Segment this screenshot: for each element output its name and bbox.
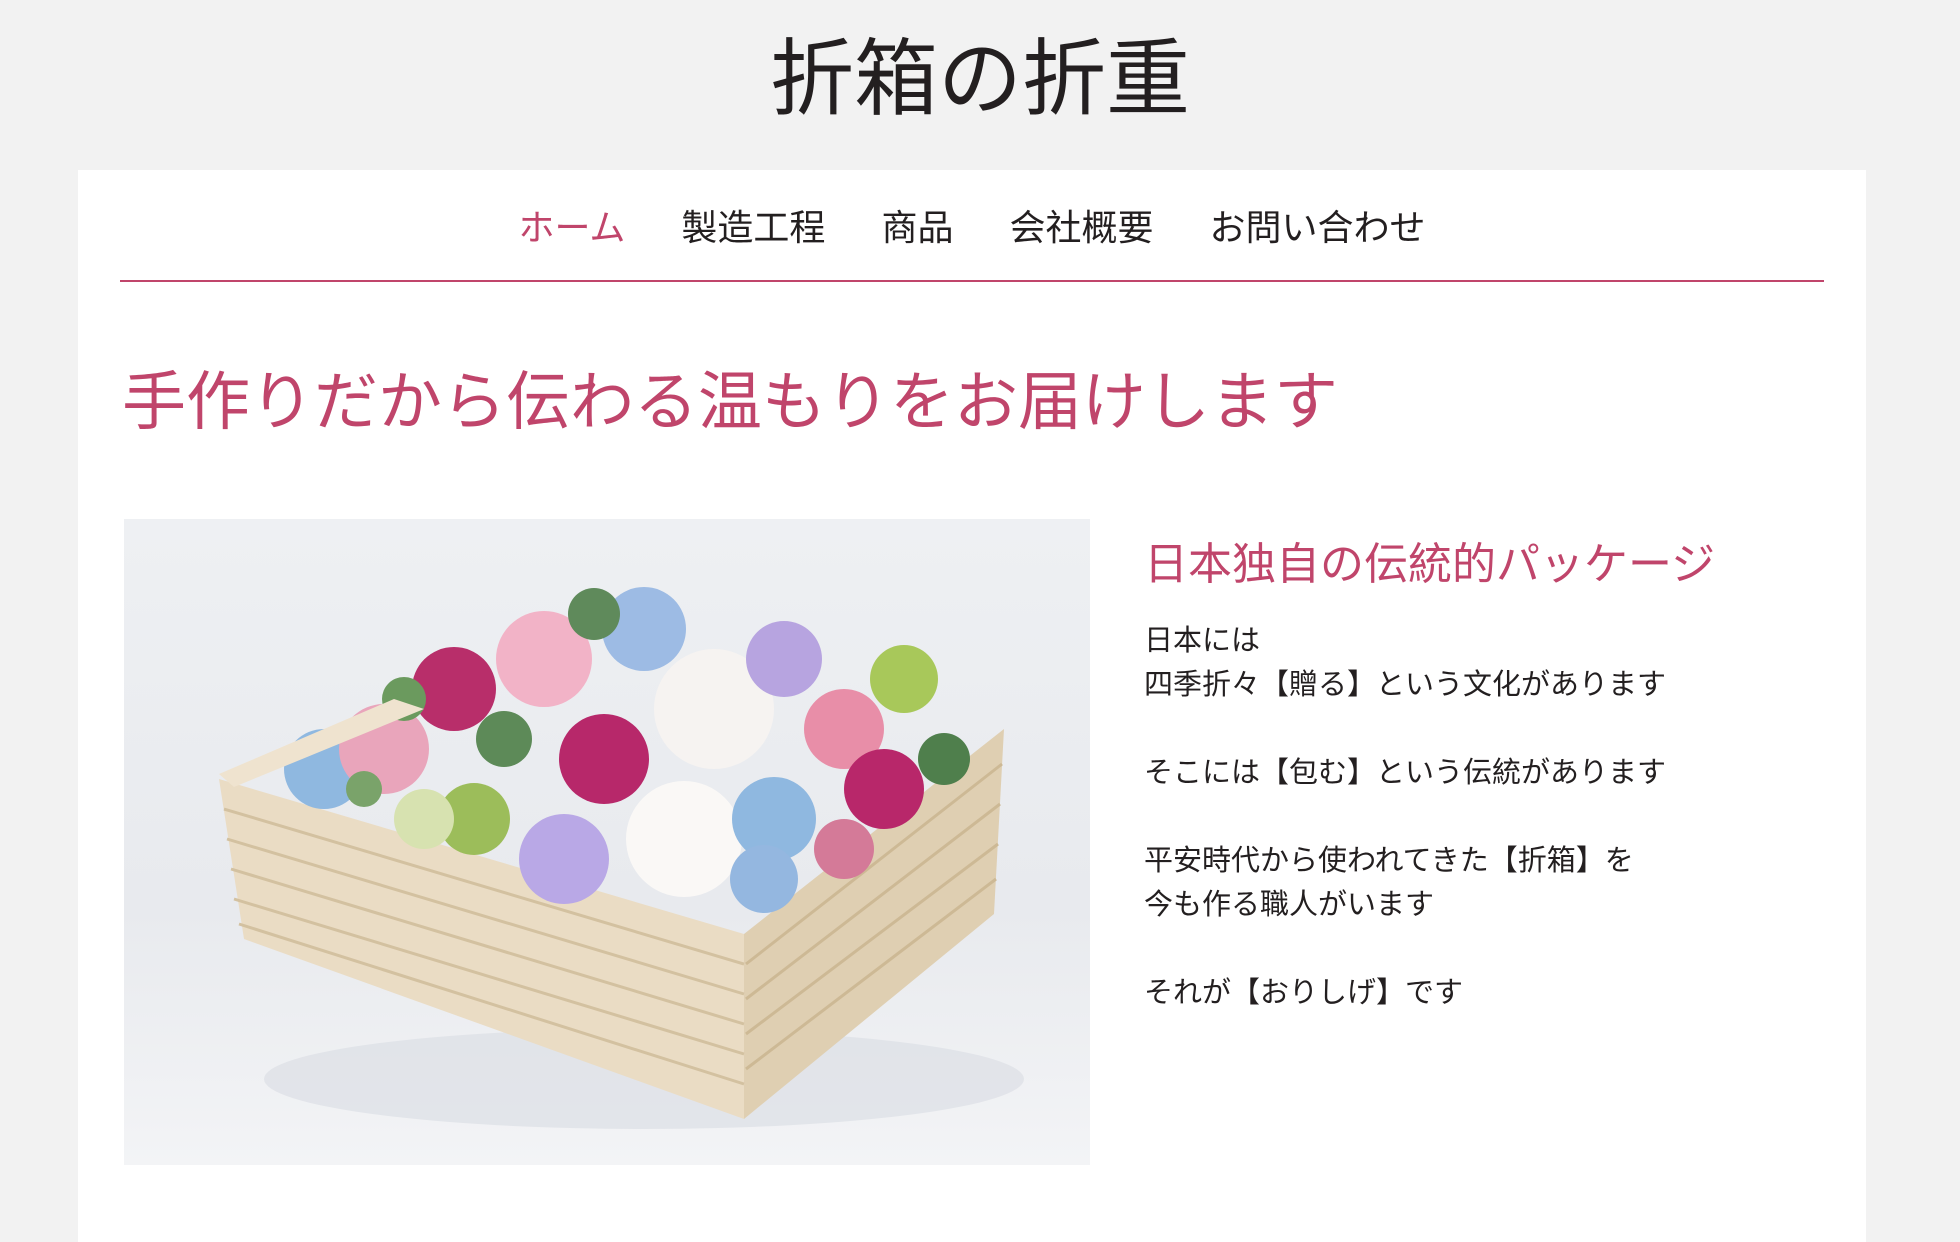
- intro-line: 四季折々【贈る】という文化があります: [1144, 667, 1667, 701]
- nav-item-process[interactable]: 製造工程: [653, 204, 853, 254]
- intro-heading: 日本独自の伝統的パッケージ: [1144, 539, 1716, 590]
- nav-item-contact[interactable]: お問い合わせ: [1181, 204, 1453, 254]
- intro-line: 平安時代から使われてきた【折箱】を: [1144, 843, 1634, 877]
- intro-body: 日本には 四季折々【贈る】という文化があります そこには【包む】という伝統があり…: [1144, 618, 1824, 1014]
- hero-heading: 手作りだから伝わる温もりをお届けします: [122, 366, 1338, 440]
- intro-line: そこには【包む】という伝統があります: [1144, 755, 1667, 789]
- nav-item-products[interactable]: 商品: [853, 204, 981, 254]
- flower-box-illustration: [219, 587, 1024, 1129]
- nav-item-home[interactable]: ホーム: [491, 204, 654, 254]
- intro-line-blank: [1144, 926, 1824, 970]
- intro-section: 日本独自の伝統的パッケージ 日本には 四季折々【贈る】という文化があります そこ…: [1144, 528, 1824, 1014]
- intro-line-blank: [1144, 706, 1824, 750]
- content-card: ホーム 製造工程 商品 会社概要 お問い合わせ 手作りだから伝わる温もりをお届け…: [78, 170, 1866, 1242]
- intro-line: 日本には: [1144, 623, 1261, 657]
- flower-box-photo: [124, 519, 1090, 1165]
- site-title: 折箱の折重: [769, 30, 1190, 128]
- main-nav: ホーム 製造工程 商品 会社概要 お問い合わせ: [120, 170, 1824, 282]
- intro-line: 今も作る職人がいます: [1144, 887, 1435, 921]
- intro-line-blank: [1144, 794, 1824, 838]
- intro-line: それが【おりしげ】です: [1144, 975, 1464, 1009]
- nav-item-company[interactable]: 会社概要: [981, 204, 1181, 254]
